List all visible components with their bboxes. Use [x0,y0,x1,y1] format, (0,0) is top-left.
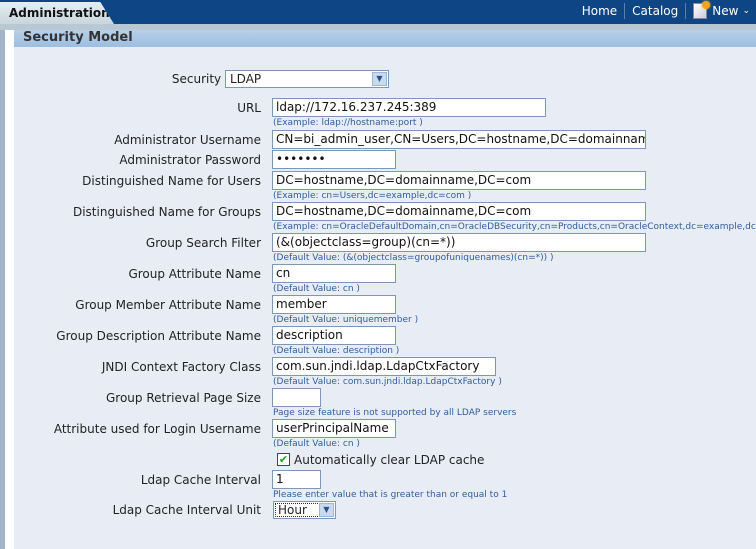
chevron-down-icon: ⌄ [742,6,750,16]
dn-groups-hint: (Example: cn=OracleDefaultDomain,cn=Orac… [273,222,756,232]
dn-groups-label: Distinguished Name for Groups [72,205,261,219]
dn-groups-input[interactable]: DC=hostname,DC=domainname,DC=com [272,202,646,221]
url-label: URL [237,101,261,115]
jndi-factory-input[interactable]: com.sun.jndi.ldap.LdapCtxFactory [272,357,496,376]
group-search-filter-hint: (Default Value: (&(objectclass=groupofun… [273,253,554,263]
nav-divider [685,3,687,19]
catalog-link[interactable]: Catalog [632,4,678,18]
dn-users-hint: (Example: cn=Users,dc=example,dc=com ) [273,191,472,201]
group-attr-name-label: Group Attribute Name [128,267,261,281]
cache-interval-unit-label: Ldap Cache Interval Unit [112,503,261,517]
global-nav: Home Catalog New ⌄ [582,1,750,19]
dn-users-input[interactable]: DC=hostname,DC=domainname,DC=com [272,171,646,190]
admin-username-label: Administrator Username [114,133,261,147]
cache-interval-unit-value: Hour [278,503,307,517]
panel-title: Security Model [23,30,133,45]
admin-username-input[interactable]: CN=bi_admin_user,CN=Users,DC=hostname,DC… [272,130,646,149]
chevron-down-icon: ▼ [372,72,387,86]
chevron-down-icon: ▼ [319,503,334,517]
new-menu[interactable]: New ⌄ [693,1,750,19]
tab-administration[interactable]: Administration [0,2,114,24]
group-desc-attr-input[interactable]: description [272,326,396,345]
group-search-filter-label: Group Search Filter [145,236,261,250]
url-hint: (Example: ldap://hostname:port ) [273,118,423,128]
cache-interval-input[interactable]: 1 [272,470,321,489]
admin-password-label: Administrator Password [119,153,261,167]
group-member-attr-label: Group Member Attribute Name [75,298,261,312]
group-attr-name-input[interactable]: cn [272,264,396,283]
cache-interval-hint: Please enter value that is greater than … [273,490,508,500]
jndi-factory-hint: (Default Value: com.sun.jndi.ldap.LdapCt… [273,377,502,387]
dn-users-label: Distinguished Name for Users [82,174,261,188]
group-page-size-label: Group Retrieval Page Size [106,391,261,405]
panel-header: Security Model [14,30,756,47]
group-page-size-input[interactable] [272,388,321,407]
group-search-filter-input[interactable]: (&(objectclass=group)(cn=*)) [272,233,646,252]
jndi-factory-label: JNDI Context Factory Class [101,360,261,374]
cache-interval-unit-select[interactable]: Hour ▼ [273,501,336,519]
group-member-attr-input[interactable]: member [272,295,396,314]
admin-password-input[interactable]: ••••••• [272,150,396,169]
login-attr-label: Attribute used for Login Username [53,422,261,436]
home-link[interactable]: Home [582,4,617,18]
auto-clear-cache-label: Automatically clear LDAP cache [294,453,485,467]
login-attr-hint: (Default Value: cn ) [273,439,360,449]
cache-interval-label: Ldap Cache Interval [140,473,261,487]
group-member-attr-hint: (Default Value: uniquemember ) [273,315,419,325]
security-model-select[interactable]: LDAP ▼ [225,70,389,88]
group-desc-attr-hint: (Default Value: description ) [273,346,400,356]
auto-clear-cache-checkbox[interactable]: ✔ [277,453,290,466]
checkmark-icon: ✔ [278,453,289,466]
new-menu-label: New [712,4,739,18]
security-model-value: LDAP [230,72,262,86]
group-page-size-hint: Page size feature is not supported by al… [273,408,517,418]
nav-divider [624,3,626,19]
url-input[interactable]: ldap://172.16.237.245:389 [272,98,546,117]
group-desc-attr-label: Group Description Attribute Name [56,329,261,343]
tab-administration-label: Administration [9,6,110,20]
login-attr-input[interactable]: userPrincipalName [272,419,396,438]
top-bar: Administration Home Catalog New ⌄ [0,0,756,24]
group-attr-name-hint: (Default Value: cn ) [273,284,360,294]
new-document-icon [693,1,711,19]
